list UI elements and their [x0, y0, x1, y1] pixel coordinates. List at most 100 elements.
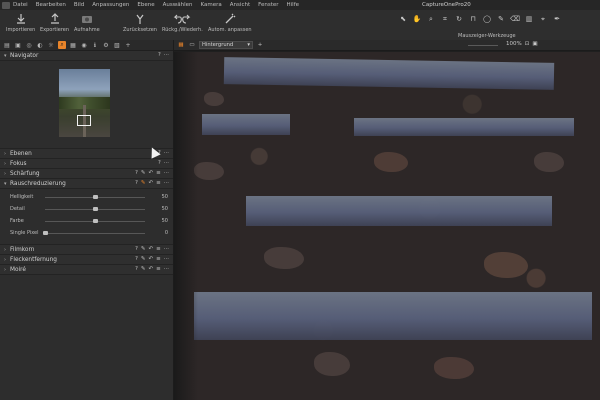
menu-anpassungen[interactable]: Anpassungen — [92, 2, 129, 8]
crop-icon[interactable]: ⌗ — [440, 14, 450, 24]
reset-button[interactable]: Zurücksetzen — [123, 12, 157, 33]
pan-hand-icon[interactable]: ✋ — [412, 14, 422, 24]
adjust-tab-icon[interactable]: ◉ — [80, 41, 88, 49]
add-layer-icon[interactable]: + — [256, 41, 264, 49]
noise-reduction-header[interactable]: ▾ Rauschreduzierung ? ✎ ↶ ≡ ··· — [0, 179, 173, 189]
copy-icon[interactable]: ✎ — [141, 256, 146, 262]
single-view-icon[interactable]: ▭ — [188, 41, 196, 49]
menu-auswaehlen[interactable]: Auswählen — [163, 2, 193, 8]
presets-icon[interactable]: ≡ — [156, 266, 161, 272]
picker-icon[interactable]: ⌖ — [538, 14, 548, 24]
auto-adjust-button[interactable]: Autom. anpassen — [208, 12, 252, 33]
more-icon[interactable]: ··· — [164, 160, 169, 166]
help-icon[interactable]: ? — [135, 246, 138, 252]
local-tab-icon[interactable]: ▦ — [69, 41, 77, 49]
library-tab-icon[interactable]: ▤ — [3, 41, 11, 49]
keystone-icon[interactable]: ⊓ — [468, 14, 478, 24]
reset-icon[interactable]: ↶ — [149, 246, 154, 252]
focus-header[interactable]: › Fokus ? ··· — [0, 159, 173, 169]
eyedropper-icon[interactable]: ✒ — [552, 14, 562, 24]
copy-icon[interactable]: ✎ — [141, 266, 146, 272]
output-tab-icon[interactable]: ⚙ — [102, 41, 110, 49]
grid-view-icon[interactable]: ▦ — [177, 41, 185, 49]
more-icon[interactable]: ··· — [164, 256, 169, 262]
chevron-down-icon: ▾ — [247, 42, 250, 48]
undo-redo-button[interactable]: Rückg./Wiederh. — [162, 12, 203, 33]
menu-hilfe[interactable]: Hilfe — [287, 2, 300, 8]
lens-tab-icon[interactable]: ◎ — [25, 41, 33, 49]
navigator-focus-box[interactable] — [77, 115, 91, 126]
reset-icon[interactable]: ↶ — [149, 266, 154, 272]
menu-bearbeiten[interactable]: Bearbeiten — [36, 2, 66, 8]
more-icon[interactable]: ··· — [164, 150, 169, 156]
presets-icon[interactable]: ≡ — [156, 180, 161, 186]
menu-fenster[interactable]: Fenster — [258, 2, 278, 8]
more-icon[interactable]: ··· — [164, 180, 169, 186]
help-icon[interactable]: ? — [135, 266, 138, 272]
slider-knob[interactable] — [93, 219, 98, 223]
gradient-icon[interactable]: ▥ — [524, 14, 534, 24]
navigator-header[interactable]: ▾ Navigator ? ··· — [0, 51, 173, 61]
more-icon[interactable]: ··· — [164, 170, 169, 176]
rotate-icon[interactable]: ↻ — [454, 14, 464, 24]
eraser-icon[interactable]: ⌫ — [510, 14, 520, 24]
help-icon[interactable]: ? — [158, 52, 161, 58]
select-cursor-icon[interactable]: ⬉ — [398, 14, 408, 24]
slider-value[interactable]: 50 — [162, 194, 168, 200]
photo-canvas[interactable] — [174, 52, 600, 400]
slider-knob[interactable] — [93, 207, 98, 211]
zoom-level[interactable]: 100% — [506, 41, 522, 47]
menu-ebene[interactable]: Ebene — [137, 2, 154, 8]
add-tab-icon[interactable]: + — [124, 41, 132, 49]
batch-tab-icon[interactable]: ▧ — [113, 41, 121, 49]
capture-button[interactable]: Aufnahme — [74, 12, 100, 33]
copy-icon[interactable]: ✎ — [141, 180, 146, 186]
zoom-icon[interactable]: ⌕ — [426, 14, 436, 24]
help-icon[interactable]: ? — [158, 160, 161, 166]
reset-icon[interactable]: ↶ — [149, 180, 154, 186]
more-icon[interactable]: ··· — [164, 246, 169, 252]
details-tab-icon[interactable]: ⌕ — [58, 41, 66, 49]
menu-bild[interactable]: Bild — [74, 2, 84, 8]
copy-icon[interactable]: ✎ — [141, 170, 146, 176]
spot-icon[interactable]: ◯ — [482, 14, 492, 24]
metadata-tab-icon[interactable]: ℹ — [91, 41, 99, 49]
film-grain-header[interactable]: › Filmkorn ? ✎ ↶ ≡ ··· — [0, 245, 173, 255]
slider-label: Single Pixel — [10, 230, 39, 236]
menu-ansicht[interactable]: Ansicht — [230, 2, 250, 8]
help-icon[interactable]: ? — [135, 256, 138, 262]
slider-track[interactable] — [45, 233, 145, 234]
brush-icon[interactable]: ✎ — [496, 14, 506, 24]
slider-knob[interactable] — [43, 231, 48, 235]
reset-icon[interactable]: ↶ — [149, 256, 154, 262]
presets-icon[interactable]: ≡ — [156, 170, 161, 176]
color-tab-icon[interactable]: ◐ — [36, 41, 44, 49]
moire-header[interactable]: › Moiré ? ✎ ↶ ≡ ··· — [0, 265, 173, 275]
proof-icon[interactable]: ▣ — [532, 41, 537, 47]
copy-icon[interactable]: ✎ — [141, 246, 146, 252]
zoom-slider[interactable] — [468, 45, 498, 46]
slider-row: Helligkeit 50 — [0, 193, 174, 201]
more-icon[interactable]: ··· — [164, 266, 169, 272]
zoom-fit-icon[interactable]: ⊡ — [525, 41, 530, 47]
slider-value[interactable]: 50 — [162, 206, 168, 212]
slider-value[interactable]: 50 — [162, 218, 168, 224]
export-button[interactable]: Exportieren — [40, 12, 69, 33]
help-icon[interactable]: ? — [135, 180, 138, 186]
exposure-tab-icon[interactable]: ☼ — [47, 41, 55, 49]
more-icon[interactable]: ··· — [164, 52, 169, 58]
slider-knob[interactable] — [93, 195, 98, 199]
sharpening-header[interactable]: › Schärfung ? ✎ ↶ ≡ ··· — [0, 169, 173, 179]
help-icon[interactable]: ? — [135, 170, 138, 176]
reset-icon[interactable]: ↶ — [149, 170, 154, 176]
import-button[interactable]: Importieren — [6, 12, 35, 33]
slider-value[interactable]: 0 — [165, 230, 168, 236]
navigator-thumbnail[interactable] — [59, 69, 110, 137]
presets-icon[interactable]: ≡ — [156, 256, 161, 262]
spot-removal-header[interactable]: › Fleckentfernung ? ✎ ↶ ≡ ··· — [0, 255, 173, 265]
presets-icon[interactable]: ≡ — [156, 246, 161, 252]
layer-select[interactable]: Hintergrund ▾ — [199, 41, 253, 49]
capture-tab-icon[interactable]: ▣ — [14, 41, 22, 49]
menu-kamera[interactable]: Kamera — [201, 2, 222, 8]
menu-datei[interactable]: Datei — [13, 2, 28, 8]
